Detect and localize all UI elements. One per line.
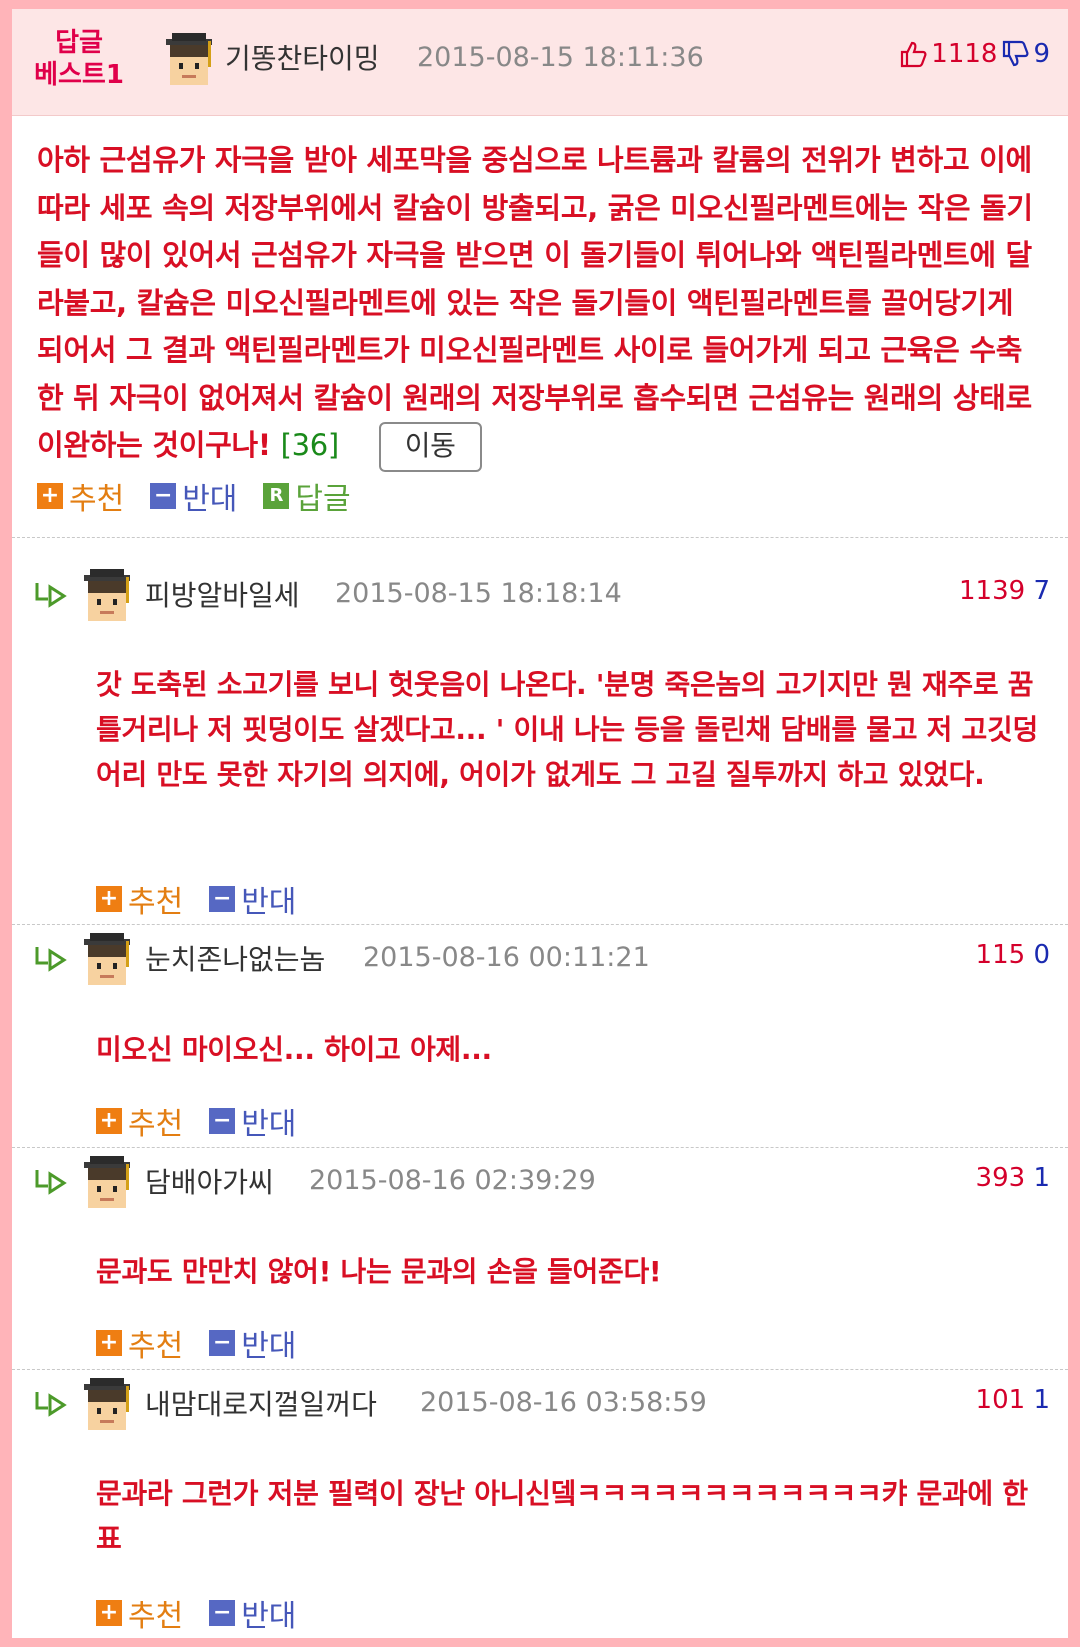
comment-up-count: 1139 (959, 576, 1026, 606)
comment-up-count: 393 (975, 1163, 1026, 1193)
thumbs-down-icon[interactable] (1001, 40, 1029, 68)
comment-down-count: 1 (1033, 1385, 1050, 1415)
oppose-label: 반대 (241, 1329, 297, 1364)
reply-icon: R (263, 483, 290, 509)
divider (12, 1147, 1068, 1148)
divider (12, 537, 1068, 538)
oppose-label: 반대 (241, 885, 297, 920)
recommend-label: 추천 (128, 885, 184, 920)
minus-icon: − (209, 886, 236, 912)
avatar-icon (82, 1378, 132, 1434)
comment-date: 2015-08-16 02:39:29 (309, 1165, 596, 1196)
comment-date: 2015-08-16 00:11:21 (363, 942, 650, 973)
comment-nickname[interactable]: 내맘대로지껄일꺼다 (145, 1383, 377, 1423)
comment-nickname[interactable]: 피방알바일세 (145, 574, 300, 614)
comment-date: 2015-08-15 18:18:14 (335, 578, 622, 609)
best-actions: + 추천 − 반대 R 답글 (37, 474, 351, 518)
avatar-icon (82, 1156, 132, 1212)
plus-icon: + (96, 886, 122, 912)
oppose-button[interactable]: − 반대 (209, 877, 296, 921)
best-date: 2015-08-15 18:11:36 (417, 42, 704, 73)
reply-arrow-icon (34, 581, 68, 611)
comment-votes: 101 1 (976, 1385, 1050, 1415)
comment-votes: 393 1 (976, 1163, 1050, 1193)
comment-text: 갓 도축된 소고기를 보니 헛웃음이 나온다. '분명 죽은놈의 고기지만 뭔 … (96, 668, 1038, 791)
best-badge-line2: 베스트1 (34, 60, 124, 90)
comment-down-count: 7 (1033, 576, 1050, 606)
recommend-label: 추천 (69, 482, 125, 517)
minus-icon: − (209, 1600, 236, 1626)
comment-frame: 답글 베스트1 기똥찬타이밍 2015-08-15 18:11:36 1118 … (12, 9, 1068, 1638)
avatar-icon (164, 33, 214, 89)
comment-actions: + 추천 − 반대 (96, 1591, 296, 1635)
plus-icon: + (96, 1330, 122, 1356)
comment-down-count: 1 (1033, 1163, 1050, 1193)
recommend-label: 추천 (128, 1107, 184, 1142)
recommend-button[interactable]: + 추천 (96, 1321, 183, 1365)
comment-actions: + 추천 − 반대 (96, 877, 296, 921)
comment-text: 문과도 만만치 않어! 나는 문과의 손을 들어준다! (96, 1255, 662, 1288)
oppose-button[interactable]: − 반대 (150, 474, 237, 518)
divider (12, 1369, 1068, 1370)
divider (12, 924, 1068, 925)
comment-nickname[interactable]: 눈치존나없는놈 (145, 938, 325, 978)
plus-icon: + (96, 1600, 122, 1626)
comment-actions: + 추천 − 반대 (96, 1321, 296, 1365)
oppose-button[interactable]: − 반대 (209, 1099, 296, 1143)
oppose-label: 반대 (182, 482, 238, 517)
oppose-button[interactable]: − 반대 (209, 1591, 296, 1635)
comment-date: 2015-08-16 03:58:59 (420, 1387, 707, 1418)
best-up-count: 1118 (931, 39, 998, 69)
best-reply-text: 아하 근섬유가 자극을 받아 세포막을 중심으로 나트륨과 칼륨의 전위가 변하… (37, 143, 1033, 462)
recommend-button[interactable]: + 추천 (37, 474, 124, 518)
plus-icon: + (96, 1108, 122, 1134)
best-nickname[interactable]: 기똥찬타이밍 (225, 37, 380, 77)
reply-label: 답글 (295, 482, 351, 517)
best-badge: 답글 베스트1 (34, 27, 124, 91)
avatar-icon (82, 569, 132, 625)
reply-arrow-icon (34, 1390, 68, 1420)
avatar-icon (82, 933, 132, 989)
reply-button[interactable]: R 답글 (263, 474, 351, 518)
best-reply-body: 아하 근섬유가 자극을 받아 세포막을 중심으로 나트륨과 칼륨의 전위가 변하… (37, 137, 1047, 472)
best-badge-line1: 답글 (55, 28, 103, 58)
reply-count: [36] (280, 428, 340, 462)
recommend-button[interactable]: + 추천 (96, 1099, 183, 1143)
oppose-label: 반대 (241, 1107, 297, 1142)
thumbs-up-icon[interactable] (899, 40, 927, 68)
comment-votes: 1139 7 (959, 576, 1050, 606)
comment-text: 문과라 그런가 저분 필력이 장난 아니신뎈ㅋㅋㅋㅋㅋㅋㅋㅋㅋㅋㅋㅋ캬 문과에 … (96, 1477, 1028, 1555)
recommend-button[interactable]: + 추천 (96, 877, 183, 921)
minus-icon: − (209, 1108, 236, 1134)
oppose-button[interactable]: − 반대 (209, 1321, 296, 1365)
comment-down-count: 0 (1033, 940, 1050, 970)
recommend-label: 추천 (128, 1329, 184, 1364)
comment-votes: 115 0 (976, 940, 1050, 970)
best-reply-header: 답글 베스트1 기똥찬타이밍 2015-08-15 18:11:36 1118 … (12, 9, 1068, 116)
oppose-label: 반대 (241, 1599, 297, 1634)
reply-arrow-icon (34, 945, 68, 975)
comment-up-count: 101 (975, 1385, 1026, 1415)
comment-nickname[interactable]: 담배아가씨 (145, 1161, 274, 1201)
best-votes: 1118 9 (899, 39, 1050, 69)
comment-up-count: 115 (975, 940, 1026, 970)
comment-text: 미오신 마이오신... 하이고 아제... (96, 1033, 492, 1066)
minus-icon: − (150, 483, 177, 509)
comment-actions: + 추천 − 반대 (96, 1099, 296, 1143)
recommend-button[interactable]: + 추천 (96, 1591, 183, 1635)
move-button[interactable]: 이동 (378, 422, 482, 472)
minus-icon: − (209, 1330, 236, 1356)
plus-icon: + (37, 483, 63, 509)
best-down-count: 9 (1033, 39, 1050, 69)
reply-arrow-icon (34, 1168, 68, 1198)
recommend-label: 추천 (128, 1599, 184, 1634)
